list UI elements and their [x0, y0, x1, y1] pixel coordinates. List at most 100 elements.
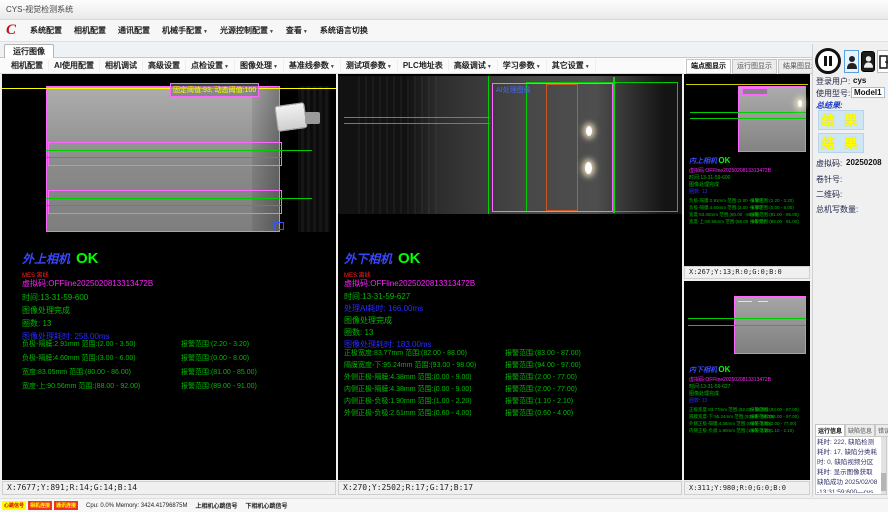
time-line: 时间:13-31-59-627	[344, 291, 410, 302]
measurement-value: 内侧正极-隔膜:4.38mm 范围:(0.00 - 9.00)	[344, 384, 472, 394]
vcode-label: 虚拟码:	[816, 158, 842, 169]
process-done-line: 图像处理完成	[22, 305, 70, 316]
measurement-alarm: 报警范围:(0.60 - 4.00)	[505, 408, 573, 418]
camera-left-panel[interactable]: 固定阈值:93, 动态阈值:100 外上相机OK MES:离线 虚拟码:OFFl…	[2, 74, 336, 480]
login-user-button[interactable]	[844, 50, 859, 73]
measurement-value: 正极宽度:83.77mm 范围:(82.00 - 88.00)	[344, 348, 467, 358]
barcode-line: 虚拟码:OFFline2025020813313472B	[689, 167, 771, 174]
menu-robot-config[interactable]: 机械手配置▼	[156, 25, 214, 36]
toolbar: 相机配置 AI使用配置 相机调试 高级设置 点检设置▼ 图像处理▼ 基准线参数▼…	[0, 58, 684, 74]
mini-overlay	[742, 88, 768, 95]
measure-line	[688, 325, 806, 326]
clip-tail	[305, 112, 320, 124]
tool-baseline-params[interactable]: 基准线参数▼	[284, 60, 341, 71]
qr-label: 二维码:	[816, 189, 842, 200]
camera-middle-coordbar: X:270;Y:2502;R:17;G:17;B:17	[338, 481, 682, 495]
menu-camera-config[interactable]: 相机配置	[68, 25, 112, 36]
tool-camera-config[interactable]: 相机配置	[6, 60, 49, 71]
measurement-alarm: 报警范围:(1.10 - 2.10)	[750, 428, 794, 434]
pin-label: 卷针号:	[816, 174, 842, 185]
barcode-line: 虚拟码:OFFline2025020813313472B	[344, 278, 475, 289]
thumb-bottom-title-row: 内下相机 OK	[689, 365, 730, 375]
measurement-alarm: 报警范围:(83.00 - 87.00)	[750, 407, 799, 413]
tool-other-settings[interactable]: 其它设置▼	[547, 60, 596, 71]
ai-time-line: 处理AI耗时: 166.00ms	[344, 303, 423, 314]
measurement-alarm: 报警范围:(2.00 - 77.00)	[505, 372, 577, 382]
menu-view[interactable]: 查看▼	[280, 25, 314, 36]
thumb-top-status: OK	[718, 156, 730, 165]
measurement-alarm: 报警范围:(94.00 - 97.00)	[505, 360, 581, 370]
measure-line	[46, 198, 312, 199]
thumb-tab-endpoint[interactable]: 端点图显示	[686, 59, 731, 74]
camera-left-title-row: 外上相机OK	[22, 250, 99, 268]
menu-system-config[interactable]: 系统配置	[24, 25, 68, 36]
log-scrollbar[interactable]	[881, 437, 886, 494]
image-texture	[358, 76, 438, 214]
barcode-line: 虚拟码:OFFline2025020813313472B	[22, 278, 153, 289]
measure-line	[46, 205, 282, 206]
thumb-top-title-row: 内上相机 OK	[689, 156, 730, 166]
menu-comm-config[interactable]: 通讯配置	[112, 25, 156, 36]
measurement-alarm: 报警范围:(0.00 - 8.00)	[750, 205, 794, 211]
camera-middle-status: OK	[398, 250, 421, 267]
measurement-value: 外侧正极-隔膜:4.38mm 范围:(0.00 - 9.00)	[344, 372, 472, 382]
tool-learn-params[interactable]: 学习参数▼	[498, 60, 547, 71]
measurement-alarm: 报警范围:(2.00 - 77.00)	[505, 384, 577, 394]
bright-spot	[586, 126, 592, 136]
camera-left-title: 外上相机	[22, 252, 70, 266]
tool-ai-config[interactable]: AI使用配置	[49, 60, 100, 71]
thumb-tab-run[interactable]: 运行图显示	[732, 59, 777, 74]
user-icon	[847, 55, 857, 69]
measurement-alarm: 报警范围:(89.00 - 91.00)	[750, 219, 799, 225]
result-badge-2: 结 果	[818, 133, 864, 153]
chevron-down-icon: ▼	[585, 64, 590, 70]
measure-line	[344, 123, 490, 124]
threshold-overlay: 固定阈值:93, 动态阈值:100	[170, 83, 259, 97]
measurement-value: 宽度-上:90.56mm 范围:(88.00 - 92.00)	[22, 381, 140, 391]
bright-spot	[798, 100, 802, 107]
tool-plc-table[interactable]: PLC地址表	[398, 60, 449, 71]
pause-icon	[823, 55, 833, 67]
measurement-alarm: 报警范围:(83.00 - 87.00)	[505, 348, 581, 358]
process-done-line: 图像处理完成	[689, 181, 719, 188]
tool-test-params[interactable]: 测试项参数▼	[341, 60, 398, 71]
thumb-top-coordbar: X:267;Y:13;R:0;G:0;B:0	[684, 266, 810, 279]
model-label: 使用型号:	[816, 88, 850, 99]
thumb-bottom-panel[interactable]: 内下相机 OK 虚拟码:OFFline2025020813313472B 时间:…	[684, 281, 810, 480]
thumb-bottom-title: 内下相机	[689, 367, 717, 374]
pause-button[interactable]	[815, 48, 841, 74]
operator-icon	[864, 55, 873, 68]
chevron-down-icon: ▼	[330, 64, 335, 70]
model-select[interactable]: Model1	[851, 87, 885, 98]
blue-corner-mark	[274, 222, 284, 230]
tool-spot-check[interactable]: 点检设置▼	[186, 60, 235, 71]
chevron-down-icon: ▼	[303, 29, 308, 35]
exit-door-icon	[879, 55, 888, 69]
chevron-down-icon: ▼	[536, 64, 541, 70]
exit-button[interactable]	[877, 50, 888, 73]
tool-advanced-settings[interactable]: 高级设置	[143, 60, 186, 71]
tool-camera-debug[interactable]: 相机调试	[100, 60, 143, 71]
tool-image-process[interactable]: 图像处理▼	[235, 60, 284, 71]
tool-advanced-debug[interactable]: 高级调试▼	[449, 60, 498, 71]
menu-language-switch[interactable]: 系统语言切换	[314, 25, 374, 36]
thumb-top-panel[interactable]: 内上相机 OK 虚拟码:OFFline2025020813313472B 时间:…	[684, 74, 810, 266]
chevron-down-icon: ▼	[387, 64, 392, 70]
chevron-down-icon: ▼	[273, 64, 278, 70]
lower-camera-heartbeat: 下相机心跳信号	[245, 501, 287, 510]
operator-button[interactable]	[861, 51, 875, 72]
tab-run-image[interactable]: 运行图像	[4, 44, 54, 58]
comm-link-chip: 通讯连接	[54, 501, 78, 510]
measurement-alarm: 报警范围:(2.20 - 3.20)	[181, 339, 249, 349]
measurement-value: 外侧正极-负极:2.61mm 范围:(0.60 - 4.00)	[344, 408, 472, 418]
measure-line	[46, 150, 312, 151]
measurement-alarm: 报警范围:(81.00 - 85.00)	[750, 212, 799, 218]
menu-light-config[interactable]: 光源控制配置▼	[214, 25, 280, 36]
camera-middle-panel[interactable]: AI处理图像 外下相机OK MES:离线 虚拟码:OFFline20250208…	[338, 74, 682, 480]
roi-box-2	[48, 190, 282, 214]
scrollbar-thumb[interactable]	[881, 473, 886, 491]
login-label: 登录用户:	[816, 76, 850, 87]
time-line: 时间:13-31-59-600	[689, 174, 730, 181]
measurement-alarm: 报警范围:(89.00 - 91.00)	[181, 381, 257, 391]
app-window: CYS-视觉检测系统 C 系统配置 相机配置 通讯配置 机械手配置▼ 光源控制配…	[0, 0, 888, 522]
